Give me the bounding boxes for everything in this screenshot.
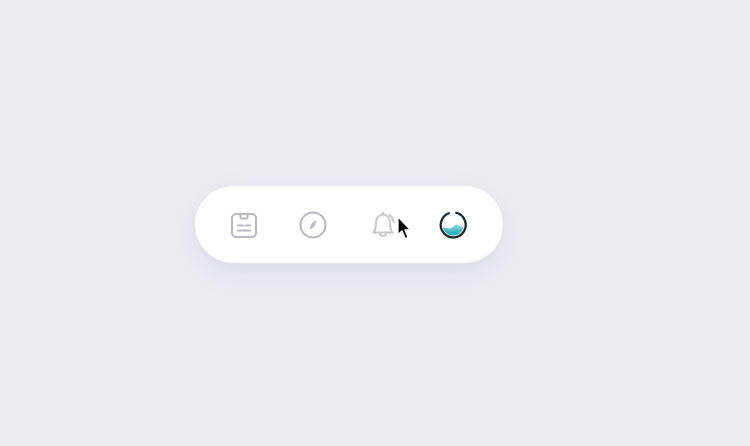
nav-button-profile[interactable] bbox=[436, 208, 470, 242]
notes-icon bbox=[231, 213, 257, 238]
avatar-icon bbox=[439, 211, 467, 239]
nav-button-notes[interactable] bbox=[227, 208, 261, 242]
bottom-nav-bar bbox=[195, 186, 503, 263]
page: { "colors": { "background": "#ebebf0", "… bbox=[0, 0, 750, 446]
nav-button-notifications[interactable] bbox=[366, 208, 400, 242]
nav-button-explore[interactable] bbox=[296, 208, 330, 242]
bell-icon bbox=[372, 211, 395, 237]
compass-icon bbox=[299, 211, 327, 239]
